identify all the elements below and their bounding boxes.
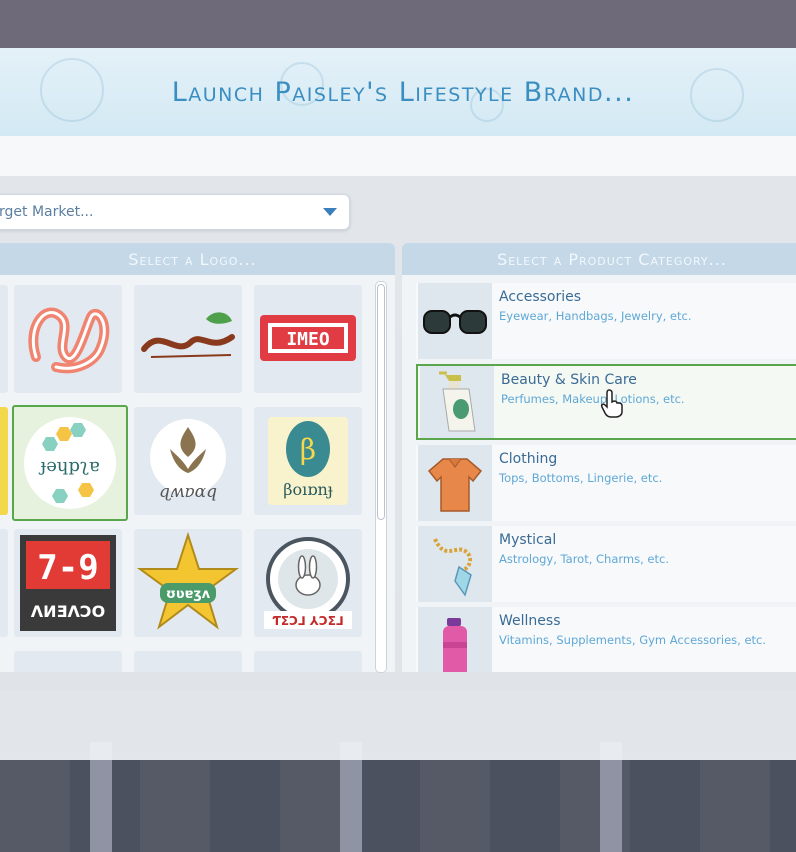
category-item-mystical[interactable]: Mystical Astrology, Tarot, Charms, etc. bbox=[416, 526, 796, 602]
logo-tile-leaf-script[interactable] bbox=[134, 285, 242, 393]
logo-tile-red-square[interactable]: 7-9 ΛИƎΛƆO bbox=[14, 529, 122, 637]
category-item-clothing[interactable]: Clothing Tops, Bottoms, Lingerie, etc. bbox=[416, 445, 796, 521]
brand-name-field[interactable] bbox=[0, 136, 796, 176]
category-description: Eyewear, Handbags, Jewelry, etc. bbox=[499, 309, 692, 323]
target-market-dropdown[interactable]: rget Market... bbox=[0, 194, 350, 230]
logo-tile-red-block[interactable]: IMEO bbox=[254, 285, 362, 393]
category-description: Astrology, Tarot, Charms, etc. bbox=[499, 552, 669, 566]
logo-tile[interactable] bbox=[0, 407, 8, 515]
category-panel-header: Select a Product Category... bbox=[402, 243, 796, 275]
logo-scrollbar[interactable] bbox=[375, 281, 387, 673]
category-list: Accessories Eyewear, Handbags, Jewelry, … bbox=[402, 275, 796, 672]
svg-text:ʊʋɐʒʌ: ʊʋɐʒʌ bbox=[166, 587, 211, 602]
category-description: Perfumes, Makeup, Lotions, etc. bbox=[501, 392, 685, 406]
dialog-footer bbox=[0, 690, 796, 760]
category-item-wellness[interactable]: Wellness Vitamins, Supplements, Gym Acce… bbox=[416, 607, 796, 672]
logo-scroll-thumb[interactable] bbox=[377, 284, 385, 520]
rabbit-logo-icon: ƬΣƆ⅃ ⅄ƆΣ⅃ bbox=[264, 537, 352, 629]
logo-tile[interactable] bbox=[254, 651, 362, 672]
svg-text:ƬΣƆ⅃ ⅄ƆΣ⅃: ƬΣƆ⅃ ⅄ƆΣ⅃ bbox=[272, 614, 343, 628]
damask-logo-icon: ɋʍɐɑq bbox=[150, 419, 226, 502]
star-logo-icon: ʊʋɐʒʌ bbox=[136, 531, 240, 630]
logo-panel-header: Select a Logo... bbox=[0, 243, 395, 275]
logo-tile[interactable] bbox=[0, 285, 8, 393]
category-name: Beauty & Skin Care bbox=[501, 372, 637, 388]
category-name: Wellness bbox=[499, 613, 561, 629]
logo-tile-hex-circle[interactable]: ɟəɥpʅɐ bbox=[12, 405, 128, 521]
hand-cursor-icon bbox=[600, 388, 626, 422]
svg-text:ɟəɥpʅɐ: ɟəɥpʅɐ bbox=[39, 455, 100, 476]
svg-text:β: β bbox=[300, 433, 316, 466]
dialog-title: Launch Paisley's Lifestyle Brand... bbox=[171, 76, 635, 108]
dialog-body: rget Market... Select a Logo... Select a… bbox=[0, 136, 796, 690]
water-bottle-icon bbox=[418, 607, 492, 672]
svg-text:ɋʍɐɑq: ɋʍɐɑq bbox=[159, 482, 217, 502]
category-description: Tops, Bottoms, Lingerie, etc. bbox=[499, 471, 663, 485]
logo-tile-fits[interactable] bbox=[14, 285, 122, 393]
red-square-logo-icon: 7-9 ΛИƎΛƆO bbox=[20, 535, 116, 631]
svg-text:ΛИƎΛƆO: ΛИƎΛƆO bbox=[31, 602, 105, 621]
script-logo-icon bbox=[141, 312, 235, 358]
logo-tile-star[interactable]: ʊʋɐʒʌ bbox=[134, 529, 242, 637]
logo-tile[interactable] bbox=[134, 651, 242, 672]
sunglasses-icon bbox=[418, 283, 492, 359]
svg-text:7-9: 7-9 bbox=[37, 548, 98, 588]
beta-badge-logo-icon: β βoıɒnɟ bbox=[268, 417, 348, 505]
lotion-bottle-icon bbox=[420, 366, 494, 438]
category-name: Clothing bbox=[499, 451, 558, 467]
logo-tile-rabbit[interactable]: ƬΣƆ⅃ ⅄ƆΣ⅃ bbox=[254, 529, 362, 637]
category-item-accessories[interactable]: Accessories Eyewear, Handbags, Jewelry, … bbox=[416, 283, 796, 359]
category-name: Accessories bbox=[499, 289, 582, 305]
category-name: Mystical bbox=[499, 532, 557, 548]
category-description: Vitamins, Supplements, Gym Accessories, … bbox=[499, 633, 767, 647]
svg-text:βoıɒnɟ: βoıɒnɟ bbox=[283, 480, 333, 499]
logo-tile[interactable] bbox=[0, 529, 8, 637]
chevron-down-icon[interactable] bbox=[323, 208, 337, 216]
hex-circle-logo-icon: ɟəɥpʅɐ bbox=[24, 417, 116, 509]
crystal-pendant-icon bbox=[418, 526, 492, 602]
launch-brand-dialog: Launch Paisley's Lifestyle Brand... rget… bbox=[0, 48, 796, 760]
logo-tile-beta-badge[interactable]: β βoıɒnɟ bbox=[254, 407, 362, 515]
logo-grid: IMEO ɟəɥpʅɐ ɋʍɐɑq β βoıɒnɟ 7-9 ΛИƎΛƆO ʊʋ… bbox=[0, 275, 395, 672]
fits-logo-icon bbox=[28, 307, 110, 374]
background-floor bbox=[0, 752, 796, 852]
dialog-header: Launch Paisley's Lifestyle Brand... bbox=[0, 48, 796, 136]
logo-tile[interactable] bbox=[14, 651, 122, 672]
svg-text:IMEO: IMEO bbox=[286, 329, 330, 350]
target-market-value: rget Market... bbox=[0, 204, 94, 220]
logo-tile-damask[interactable]: ɋʍɐɑq bbox=[134, 407, 242, 515]
shirt-icon bbox=[418, 445, 492, 521]
red-block-logo-icon: IMEO bbox=[260, 315, 356, 361]
